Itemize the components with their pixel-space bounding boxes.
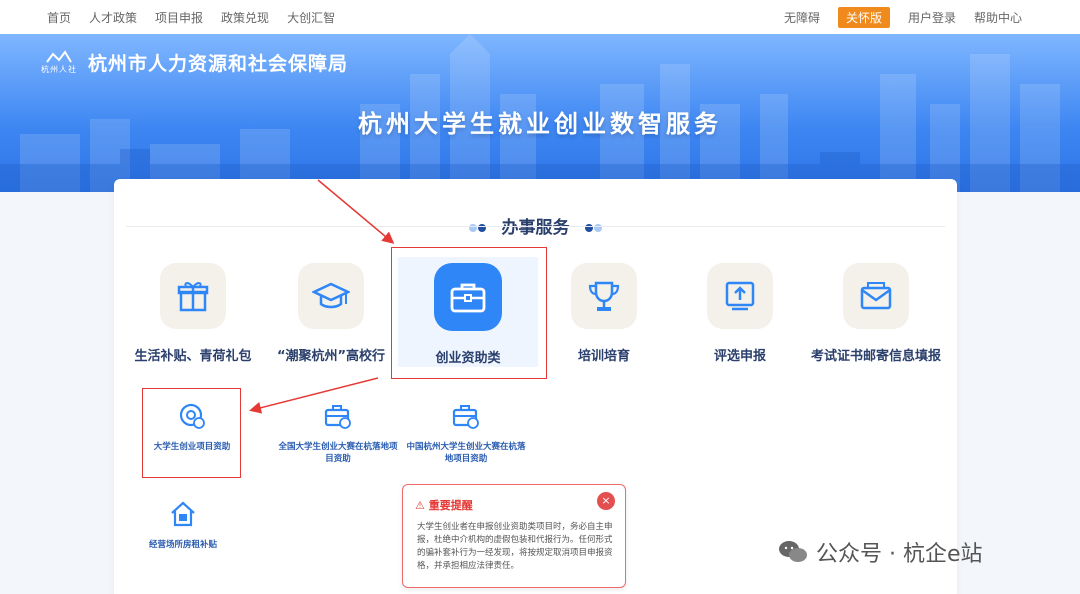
notice-close-button[interactable]: × [597, 492, 615, 510]
wechat-icon [779, 541, 807, 562]
notice-title-text: 重要提醒 [428, 499, 473, 512]
important-notice-popup: ⚠ 重要提醒 × 大学生创业者在申报创业资助类项目时，务必自主申报，杜绝中介机构… [402, 484, 626, 588]
warning-icon: ⚠ [415, 499, 425, 512]
notice-title: ⚠ 重要提醒 [415, 497, 473, 513]
notice-body: 大学生创业者在申报创业资助类项目时，务必自主申报，杜绝中介机构的虚假包装和代报行… [417, 522, 613, 571]
wechat-watermark: 公众号 · 杭企e站 [778, 536, 983, 568]
watermark-text: 公众号 · 杭企e站 [816, 542, 983, 567]
